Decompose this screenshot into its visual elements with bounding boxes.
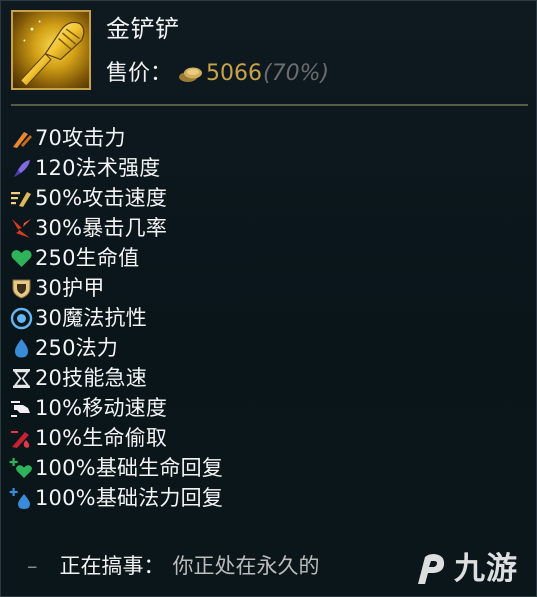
- stat-text: 100%基础法力回复: [35, 486, 224, 510]
- stat-row: 250生命值: [9, 243, 489, 273]
- health-icon: [9, 246, 34, 271]
- stat-text: 250法力: [35, 336, 119, 360]
- health-regen-icon: [9, 456, 34, 481]
- item-tooltip: 金铲铲 售价： 5066 (70%) 70攻击力 120法术强度 50%攻击速度…: [0, 0, 537, 597]
- stat-text: 20技能急速: [35, 366, 147, 390]
- attack-damage-icon: [9, 126, 34, 151]
- passive-row: – 正在搞事： 你正处在永久的: [27, 550, 320, 582]
- sell-ratio: (70%): [263, 61, 330, 86]
- stat-text: 30%暴击几率: [35, 216, 168, 240]
- stat-text: 30护甲: [35, 276, 105, 300]
- stat-row: 10%生命偷取: [9, 423, 489, 453]
- stat-text: 10%移动速度: [35, 396, 168, 420]
- price-value: 5066: [206, 61, 263, 86]
- stats-list: 70攻击力 120法术强度 50%攻击速度 30%暴击几率 250生命值 30护…: [9, 123, 489, 513]
- item-name: 金铲铲: [106, 15, 180, 43]
- stat-text: 30魔法抗性: [35, 306, 147, 330]
- stat-text: 250生命值: [35, 246, 140, 270]
- stat-row: 10%移动速度: [9, 393, 489, 423]
- gold-coin-icon: [178, 64, 204, 84]
- stat-row: 100%基础生命回复: [9, 453, 489, 483]
- stat-row: 100%基础法力回复: [9, 483, 489, 513]
- mana-regen-icon: [9, 486, 34, 511]
- jiuyou-logo-icon: [418, 553, 445, 584]
- stat-row: 50%攻击速度: [9, 183, 489, 213]
- stat-row: 250法力: [9, 333, 489, 363]
- golden-spatula-icon: [11, 10, 91, 90]
- price-label: 售价：: [106, 61, 173, 86]
- header-divider: [11, 104, 528, 106]
- watermark: 九游: [414, 546, 526, 591]
- stat-row: 30%暴击几率: [9, 213, 489, 243]
- critical-strike-icon: [9, 216, 34, 241]
- stat-row: 120法术强度: [9, 153, 489, 183]
- ability-power-icon: [9, 156, 34, 181]
- attack-speed-icon: [9, 186, 34, 211]
- life-steal-icon: [9, 426, 34, 451]
- ability-haste-icon: [9, 366, 34, 391]
- passive-name: 正在搞事：: [59, 554, 165, 578]
- price-row: 售价： 5066 (70%): [106, 59, 329, 89]
- passive-description: 你正处在永久的: [172, 554, 320, 578]
- passive-dash: –: [27, 554, 38, 578]
- magic-resist-icon: [9, 306, 34, 331]
- watermark-text: 九游: [454, 550, 518, 587]
- stat-row: 30魔法抗性: [9, 303, 489, 333]
- mana-icon: [9, 336, 34, 361]
- stat-text: 70攻击力: [35, 126, 126, 150]
- stat-text: 120法术强度: [35, 156, 161, 180]
- stat-text: 100%基础生命回复: [35, 456, 224, 480]
- stat-text: 10%生命偷取: [35, 426, 168, 450]
- stat-text: 50%攻击速度: [35, 186, 168, 210]
- stat-row: 30护甲: [9, 273, 489, 303]
- move-speed-icon: [9, 396, 34, 421]
- stat-row: 70攻击力: [9, 123, 489, 153]
- armor-icon: [9, 276, 34, 301]
- stat-row: 20技能急速: [9, 363, 489, 393]
